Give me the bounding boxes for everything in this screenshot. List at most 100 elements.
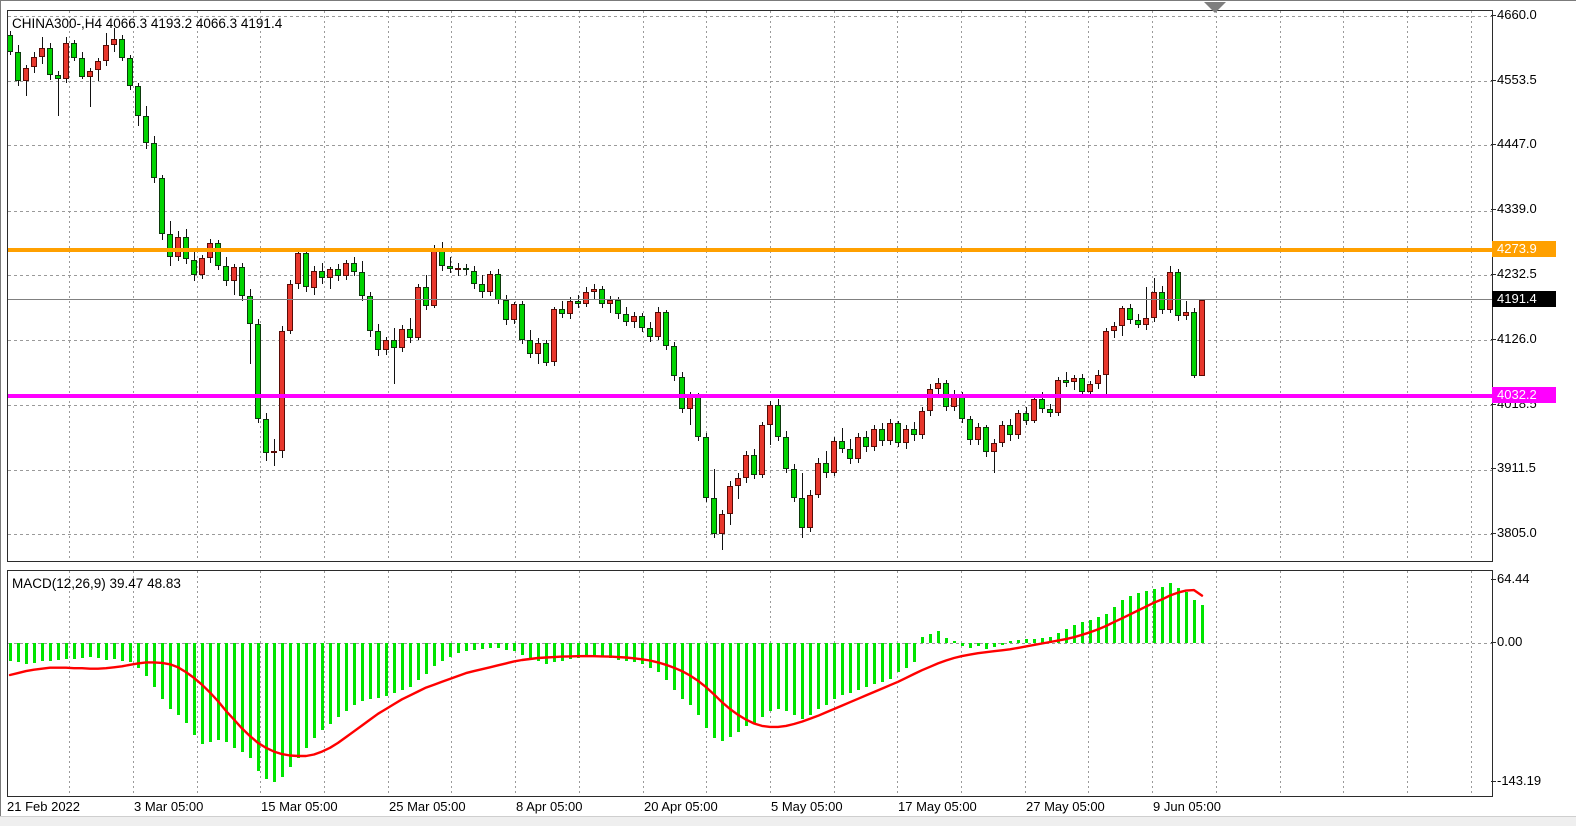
price-chart-panel[interactable] [7,10,1493,562]
vertical-gridline [387,11,389,561]
price-axis-label: 4339.0 [1497,201,1537,216]
macd-histogram-bar [952,641,956,643]
macd-histogram-bar [264,643,268,779]
macd-histogram-bar [664,643,668,680]
macd-histogram-bar [592,643,596,656]
horizontal-gridline [8,145,1492,146]
macd-histogram-bar [80,643,84,658]
macd-histogram-bar [1120,600,1124,643]
bid-line[interactable] [8,299,1492,301]
macd-histogram-bar [960,643,964,646]
horizontal-gridline [8,469,1492,471]
time-axis-label: 20 Apr 05:00 [644,799,718,814]
macd-histogram-bar [456,643,460,653]
bull-candle [279,331,285,451]
bear-candle [751,454,757,476]
vertical-gridline [1279,11,1281,561]
bull-candle [31,57,37,68]
macd-histogram-bar [1088,619,1092,643]
bull-candle [1183,311,1189,316]
resistance-line[interactable] [8,247,1492,252]
macd-histogram-bar [112,643,116,659]
bear-candle [151,143,157,179]
bear-candle [1047,408,1053,413]
macd-histogram-bar [872,643,876,684]
bull-candle [399,329,405,348]
bear-candle [143,116,149,144]
bear-candle [703,437,709,498]
bear-candle [839,441,845,450]
vertical-gridline [642,571,644,796]
vertical-gridline [260,571,262,796]
bear-candle [1023,412,1029,421]
macd-histogram-bar [928,634,932,643]
mt4-chart-window: { "header": { "title": "CHINA300-,H4 406… [0,0,1576,826]
bear-candle [895,423,901,444]
bull-candle [63,43,69,79]
bull-candle [1151,291,1157,318]
macd-histogram-bar [304,643,308,748]
bear-candle [335,269,341,277]
bear-candle [1159,291,1165,310]
chart-shift-triangle-icon[interactable] [1204,2,1226,13]
macd-histogram-bar [560,643,564,661]
bull-candle [975,426,981,441]
macd-histogram-bar [128,643,132,663]
price-axis-label: 4447.0 [1497,136,1537,151]
bull-candle [807,494,813,528]
macd-histogram-bar [88,643,92,657]
macd-histogram-bar [880,643,884,682]
macd-histogram-bar [360,643,364,702]
macd-histogram-bar [272,643,276,782]
price-axis-tick [1491,404,1496,405]
macd-histogram-bar [8,643,12,661]
bull-candle [727,485,733,514]
candle-wick [1185,300,1187,321]
bull-candle [455,268,461,270]
macd-histogram-bar [448,643,452,657]
bull-candle [871,429,877,448]
bear-candle [215,243,221,266]
vertical-gridline [1279,571,1281,796]
bull-candle [1111,326,1117,331]
price-axis-label: 3911.5 [1497,460,1536,475]
bear-candle [479,283,485,292]
bear-candle [863,437,869,448]
macd-axis-tick [1491,781,1496,782]
macd-histogram-bar [16,643,20,663]
bull-candle [887,423,893,442]
bear-candle [775,405,781,438]
macd-histogram-bar [792,643,796,715]
macd-histogram-bar [40,643,44,662]
bull-candle [1031,398,1037,421]
vertical-gridline [1470,11,1472,561]
bear-candle [879,429,885,442]
bear-candle [695,396,701,438]
macd-histogram-bar [888,643,892,679]
macd-histogram-bar [1040,638,1044,643]
bear-candle [543,343,549,363]
bear-candle [495,273,501,300]
macd-histogram-bar [48,643,52,661]
time-axis-label: 9 Jun 05:00 [1153,799,1221,814]
macd-histogram-bar [376,643,380,699]
macd-histogram-bar [496,643,500,648]
macd-histogram-bar [184,643,188,723]
macd-histogram-bar [1048,637,1052,643]
macd-histogram-bar [584,643,588,657]
macd-histogram-bar [1184,591,1188,643]
macd-indicator-panel[interactable] [7,570,1493,797]
bull-candle [295,252,301,284]
macd-histogram-bar [384,643,388,697]
bull-candle [999,424,1005,444]
price-axis-tick [1491,144,1496,145]
bull-candle [199,258,205,276]
support-line[interactable] [8,394,1492,399]
vertical-gridline [69,11,71,561]
bear-candle [823,463,829,474]
time-axis-label: 8 Apr 05:00 [516,799,583,814]
bull-candle [1119,308,1125,327]
macd-histogram-bar [848,643,852,694]
macd-histogram-bar [808,643,812,715]
vertical-gridline [897,571,899,796]
